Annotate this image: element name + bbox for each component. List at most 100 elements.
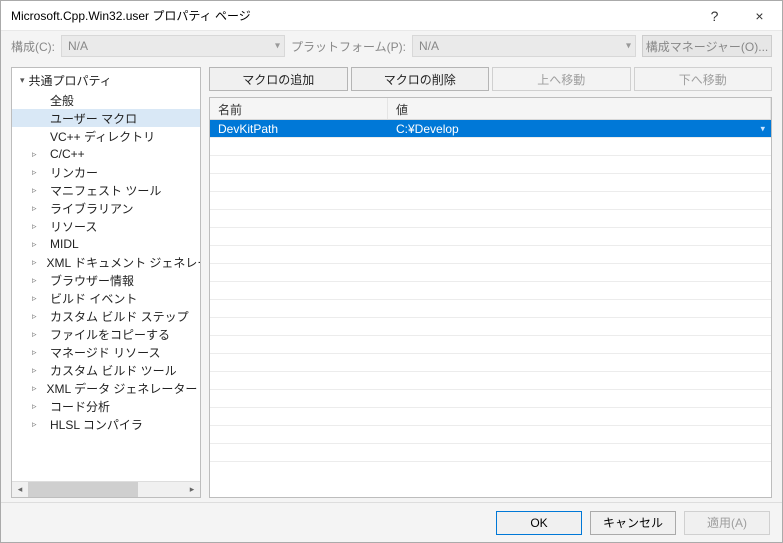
platform-combo[interactable]: N/A ▾ <box>412 35 636 57</box>
configuration-combo[interactable]: N/A ▾ <box>61 35 285 57</box>
tree-item-label: リンカー <box>50 164 98 181</box>
tree-panel: ▾ 共通プロパティ ▹全般▹ユーザー マクロ▹VC++ ディレクトリ▹C/C++… <box>11 67 201 498</box>
triangle-right-icon: ▹ <box>32 149 40 160</box>
titlebar: Microsoft.Cpp.Win32.user プロパティ ページ ? × <box>1 1 782 31</box>
tree-item[interactable]: ▹ファイルをコピーする <box>12 325 200 343</box>
triangle-right-icon: ▹ <box>32 257 37 268</box>
macro-grid: 名前 値 DevKitPathC:¥Develop▾ <box>209 97 772 498</box>
apply-button[interactable]: 適用(A) <box>684 511 770 535</box>
table-row[interactable]: DevKitPathC:¥Develop▾ <box>210 120 771 138</box>
tree-item-label: MIDL <box>50 237 79 251</box>
table-row-empty[interactable] <box>210 138 771 156</box>
tree-item-label: ブラウザー情報 <box>50 272 134 289</box>
table-row-empty[interactable] <box>210 408 771 426</box>
triangle-right-icon: ▹ <box>32 167 40 178</box>
tree-item-label: カスタム ビルド ツール <box>50 362 177 379</box>
cancel-button[interactable]: キャンセル <box>590 511 676 535</box>
tree-root[interactable]: ▾ 共通プロパティ <box>12 70 200 91</box>
table-row-empty[interactable] <box>210 282 771 300</box>
table-row-empty[interactable] <box>210 246 771 264</box>
delete-macro-button[interactable]: マクロの削除 <box>351 67 490 91</box>
tree-item[interactable]: ▹カスタム ビルド ツール <box>12 361 200 379</box>
tree-item[interactable]: ▹ XML データ ジェネレーター ツ... <box>12 379 200 397</box>
triangle-right-icon: ▹ <box>32 347 40 358</box>
tree-item[interactable]: ▹マネージド リソース <box>12 343 200 361</box>
tree-item[interactable]: ▹全般 <box>12 91 200 109</box>
triangle-right-icon: ▹ <box>32 383 37 394</box>
ok-button[interactable]: OK <box>496 511 582 535</box>
scroll-track[interactable] <box>28 482 184 497</box>
move-up-button[interactable]: 上へ移動 <box>492 67 631 91</box>
tree-item-label: カスタム ビルド ステップ <box>50 308 189 325</box>
tree-item-label: 全般 <box>50 92 74 109</box>
table-row-empty[interactable] <box>210 426 771 444</box>
macro-button-row: マクロの追加 マクロの削除 上へ移動 下へ移動 <box>209 67 772 97</box>
scroll-thumb[interactable] <box>28 482 138 497</box>
tree-hscrollbar[interactable]: ◂ ▸ <box>12 481 200 497</box>
move-down-button[interactable]: 下へ移動 <box>634 67 773 91</box>
platform-label: プラットフォーム(P): <box>291 38 406 55</box>
property-page-dialog: Microsoft.Cpp.Win32.user プロパティ ページ ? × 構… <box>0 0 783 543</box>
scroll-right-icon[interactable]: ▸ <box>184 482 200 497</box>
triangle-right-icon: ▹ <box>32 275 40 286</box>
platform-value: N/A <box>419 39 439 53</box>
config-row: 構成(C): N/A ▾ プラットフォーム(P): N/A ▾ 構成マネージャー… <box>1 31 782 61</box>
tree-item[interactable]: ▹リソース <box>12 217 200 235</box>
triangle-right-icon: ▹ <box>32 401 40 412</box>
scroll-left-icon[interactable]: ◂ <box>12 482 28 497</box>
property-tree[interactable]: ▾ 共通プロパティ ▹全般▹ユーザー マクロ▹VC++ ディレクトリ▹C/C++… <box>12 68 200 481</box>
triangle-right-icon: ▹ <box>32 203 40 214</box>
table-row-empty[interactable] <box>210 228 771 246</box>
tree-item-label: ビルド イベント <box>50 290 137 307</box>
add-macro-button[interactable]: マクロの追加 <box>209 67 348 91</box>
table-row-empty[interactable] <box>210 192 771 210</box>
tree-item[interactable]: ▹ コード分析 <box>12 397 200 415</box>
tree-item-label: XML データ ジェネレーター ツ... <box>47 380 200 397</box>
chevron-down-icon: ▾ <box>275 41 280 52</box>
tree-item-label: ユーザー マクロ <box>50 110 137 127</box>
table-row-empty[interactable] <box>210 336 771 354</box>
tree-item[interactable]: ▹ユーザー マクロ <box>12 109 200 127</box>
tree-item[interactable]: ▹ カスタム ビルド ステップ <box>12 307 200 325</box>
table-row-empty[interactable] <box>210 174 771 192</box>
dialog-body: ▾ 共通プロパティ ▹全般▹ユーザー マクロ▹VC++ ディレクトリ▹C/C++… <box>1 61 782 502</box>
dialog-footer: OK キャンセル 適用(A) <box>1 502 782 542</box>
tree-item-label: HLSL コンパイラ <box>50 416 143 433</box>
tree-item[interactable]: ▹MIDL <box>12 235 200 253</box>
chevron-down-icon: ▾ <box>760 123 765 134</box>
table-row-empty[interactable] <box>210 354 771 372</box>
table-row-empty[interactable] <box>210 318 771 336</box>
tree-item-label: ライブラリアン <box>50 200 134 217</box>
tree-item-label: リソース <box>50 218 97 235</box>
configuration-manager-button[interactable]: 構成マネージャー(O)... <box>642 35 772 57</box>
help-button[interactable]: ? <box>692 1 737 31</box>
right-panel: マクロの追加 マクロの削除 上へ移動 下へ移動 名前 値 DevKitPathC… <box>209 67 772 498</box>
tree-item-label: C/C++ <box>50 147 85 161</box>
triangle-right-icon: ▹ <box>32 293 40 304</box>
close-button[interactable]: × <box>737 1 782 31</box>
table-row-empty[interactable] <box>210 372 771 390</box>
grid-header: 名前 値 <box>210 98 771 120</box>
tree-root-label: 共通プロパティ <box>29 72 112 89</box>
table-row-empty[interactable] <box>210 390 771 408</box>
tree-item[interactable]: ▹XML ドキュメント ジェネレーター <box>12 253 200 271</box>
table-row-empty[interactable] <box>210 264 771 282</box>
tree-item[interactable]: ▹VC++ ディレクトリ <box>12 127 200 145</box>
titlebar-buttons: ? × <box>692 1 782 31</box>
tree-item[interactable]: ▹ C/C++ <box>12 145 200 163</box>
tree-item[interactable]: ▹HLSL コンパイラ <box>12 415 200 433</box>
configuration-value: N/A <box>68 39 88 53</box>
table-row-empty[interactable] <box>210 156 771 174</box>
tree-item[interactable]: ▹ ビルド イベント <box>12 289 200 307</box>
col-value-header[interactable]: 値 <box>388 98 771 119</box>
col-name-header[interactable]: 名前 <box>210 98 388 119</box>
tree-item-label: コード分析 <box>50 398 110 415</box>
tree-item[interactable]: ▹ リンカー <box>12 163 200 181</box>
table-row-empty[interactable] <box>210 300 771 318</box>
tree-item[interactable]: ▹ ブラウザー情報 <box>12 271 200 289</box>
table-row-empty[interactable] <box>210 444 771 462</box>
triangle-right-icon: ▹ <box>32 311 40 322</box>
tree-item[interactable]: ▹マニフェスト ツール <box>12 181 200 199</box>
table-row-empty[interactable] <box>210 210 771 228</box>
tree-item[interactable]: ▹ ライブラリアン <box>12 199 200 217</box>
